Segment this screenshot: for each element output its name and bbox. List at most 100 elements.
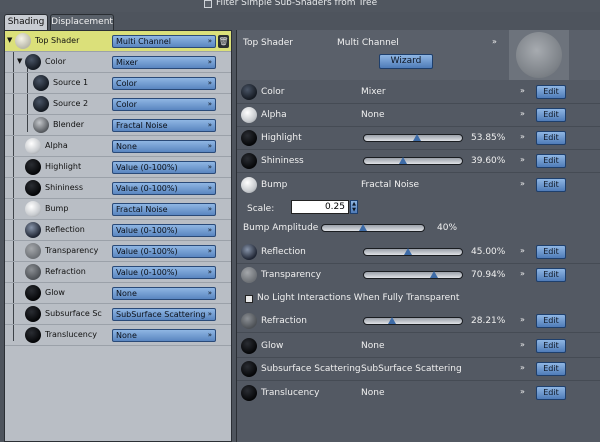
shader-type-select[interactable]: None » — [112, 287, 216, 300]
channel-orb — [241, 107, 257, 123]
shader-type-select[interactable]: Multi Channel » — [112, 35, 216, 48]
chevron-double-down-icon[interactable]: » — [520, 109, 525, 118]
tab-displacement[interactable]: Displacement — [50, 14, 114, 30]
edit-button[interactable]: Edit — [536, 131, 566, 145]
chevron-double-down-icon[interactable]: » — [520, 155, 525, 164]
chevron-double-down-icon: » — [207, 163, 212, 171]
shader-preview-orb — [25, 327, 41, 343]
tree-row-color[interactable]: ▼ Color Mixer » — [5, 52, 231, 73]
shader-type-select[interactable]: Fractal Noise » — [112, 203, 216, 216]
tree-row-label: Bump — [45, 204, 69, 213]
tree-row-alpha[interactable]: Alpha None » — [5, 136, 231, 157]
shader-type-select[interactable]: Value (0-100%) » — [112, 245, 216, 258]
shader-type-select[interactable]: Color » — [112, 98, 216, 111]
refraction-slider[interactable] — [363, 317, 463, 325]
no-light-checkbox[interactable] — [245, 295, 253, 303]
tree-row-refraction[interactable]: Refraction Value (0-100%) » — [5, 262, 231, 283]
edit-button[interactable]: Edit — [536, 85, 566, 99]
channel-value[interactable]: None — [361, 110, 384, 120]
chevron-double-down-icon[interactable]: » — [520, 132, 525, 141]
chevron-double-down-icon[interactable]: » — [520, 246, 525, 255]
chevron-double-down-icon: » — [207, 100, 212, 108]
chevron-double-down-icon[interactable]: » — [520, 86, 525, 95]
channel-value[interactable]: Mixer — [361, 87, 386, 97]
shader-type-select[interactable]: Mixer » — [112, 56, 216, 69]
tab-shading[interactable]: Shading — [4, 14, 48, 30]
edit-button[interactable]: Edit — [536, 314, 566, 328]
chevron-double-down-icon[interactable]: » — [520, 340, 525, 349]
tree-row-translucency[interactable]: Translucency None » — [5, 325, 231, 346]
shader-type-select[interactable]: Value (0-100%) » — [112, 224, 216, 237]
slider-thumb[interactable] — [412, 134, 421, 141]
triangle-down-icon[interactable]: ▼ — [17, 57, 22, 65]
shininess-slider[interactable] — [363, 157, 463, 165]
tree-row-label: Translucency — [45, 330, 97, 339]
tree-row-shininess[interactable]: Shininess Value (0-100%) » — [5, 178, 231, 199]
shader-type-select[interactable]: Fractal Noise » — [112, 119, 216, 132]
edit-button[interactable]: Edit — [536, 362, 566, 376]
shader-type-select[interactable]: Value (0-100%) » — [112, 266, 216, 279]
triangle-down-icon[interactable]: ▼ — [7, 36, 12, 44]
channel-value[interactable]: SubSurface Scattering — [361, 364, 462, 374]
channel-percent: 45.00% — [471, 247, 506, 257]
tree-row-source-2[interactable]: Source 2 Color » — [5, 94, 231, 115]
edit-button[interactable]: Edit — [536, 268, 566, 282]
tree-row-highlight[interactable]: Highlight Value (0-100%) » — [5, 157, 231, 178]
edit-button[interactable]: Edit — [536, 245, 566, 259]
highlight-slider[interactable] — [363, 134, 463, 142]
scale-input[interactable]: 0.25 — [291, 200, 349, 214]
filter-subshaders-checkbox[interactable] — [204, 0, 212, 8]
channel-value[interactable]: Fractal Noise — [361, 180, 419, 190]
channel-value[interactable]: None — [361, 341, 384, 351]
detail-title: Top Shader — [243, 38, 293, 48]
shader-type-select[interactable]: Value (0-100%) » — [112, 182, 216, 195]
edit-button[interactable]: Edit — [536, 339, 566, 353]
edit-button[interactable]: Edit — [536, 386, 566, 400]
edit-button[interactable]: Edit — [536, 154, 566, 168]
tree-row-glow[interactable]: Glow None » — [5, 283, 231, 304]
wizard-button[interactable]: Wizard — [379, 54, 433, 69]
chevron-double-down-icon[interactable]: » — [520, 269, 525, 278]
slider-thumb[interactable] — [404, 248, 413, 255]
bump-amplitude-label: Bump Amplitude — [243, 223, 319, 233]
tree-row-reflection[interactable]: Reflection Value (0-100%) » — [5, 220, 231, 241]
chevron-double-down-icon[interactable]: » — [520, 179, 525, 188]
shader-type-select[interactable]: SubSurface Scattering» — [112, 308, 216, 321]
edit-button[interactable]: Edit — [536, 178, 566, 192]
tree-row-source-1[interactable]: Source 1 Color » — [5, 73, 231, 94]
shader-type-select[interactable]: Value (0-100%) » — [112, 161, 216, 174]
slider-thumb[interactable] — [398, 157, 407, 164]
channel-value[interactable]: None — [361, 388, 384, 398]
slider-thumb[interactable] — [429, 271, 438, 278]
tree-row-transparency[interactable]: Transparency Value (0-100%) » — [5, 241, 231, 262]
chevron-double-down-icon[interactable]: » — [520, 315, 525, 324]
channel-row-bump: Bump Fractal Noise » Edit — [237, 174, 600, 197]
tree-row-label: Source 2 — [53, 99, 89, 108]
tree-row-label: Blender — [53, 120, 84, 129]
shader-type-select[interactable]: Color » — [112, 77, 216, 90]
chevron-double-down-icon: » — [207, 58, 212, 66]
transparency-slider[interactable] — [363, 271, 463, 279]
slider-thumb[interactable] — [358, 224, 367, 231]
shader-type-select[interactable]: None » — [112, 140, 216, 153]
edit-button[interactable]: Edit — [536, 108, 566, 122]
channel-row-color: Color Mixer » Edit — [237, 81, 600, 104]
bump-amplitude-slider[interactable] — [321, 224, 425, 232]
detail-type[interactable]: Multi Channel — [337, 38, 399, 48]
channel-orb — [241, 244, 257, 260]
chevron-double-down-icon[interactable]: » — [520, 363, 525, 372]
tree-row-subsurface[interactable]: Subsurface Sc SubSurface Scattering» — [5, 304, 231, 325]
tree-row-top-shader[interactable]: ▼ Top Shader Multi Channel » 🗑 — [5, 31, 231, 52]
channel-label: Shininess — [261, 156, 304, 166]
reflection-slider[interactable] — [363, 248, 463, 256]
scale-stepper[interactable]: ▲ ▼ — [350, 200, 358, 214]
shader-type-select[interactable]: None » — [112, 329, 216, 342]
channel-label: Highlight — [261, 133, 302, 143]
tree-row-bump[interactable]: Bump Fractal Noise » — [5, 199, 231, 220]
channel-orb — [241, 177, 257, 193]
trash-icon[interactable]: 🗑 — [218, 35, 229, 48]
tree-row-blender[interactable]: Blender Fractal Noise » — [5, 115, 231, 136]
chevron-double-down-icon[interactable]: » — [520, 387, 525, 396]
slider-thumb[interactable] — [387, 317, 396, 324]
chevron-double-down-icon[interactable]: » — [492, 37, 497, 46]
